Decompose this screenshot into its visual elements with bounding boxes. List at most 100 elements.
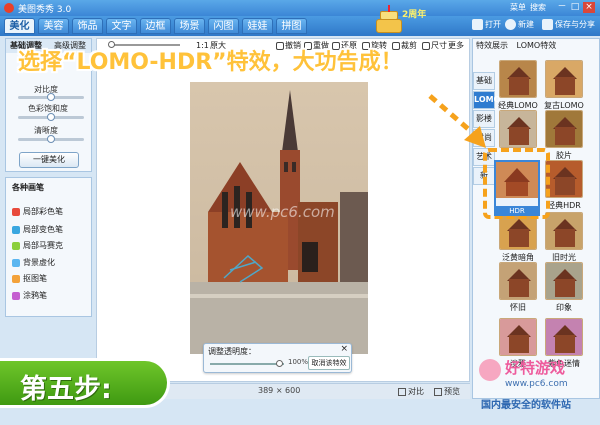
tab-beautify[interactable]: 美化: [4, 18, 35, 34]
effect-thumb[interactable]: [545, 160, 583, 198]
plus-icon: [505, 19, 516, 30]
brush-panel-title: 各种画笔: [12, 183, 44, 192]
new-button[interactable]: 新建: [505, 17, 534, 33]
one-key-beautify-button[interactable]: 一键美化: [19, 152, 79, 168]
image-dimensions: 389 × 600: [258, 386, 301, 395]
thumb-house: [555, 279, 575, 297]
headline-annotation: 选择“LOMO-HDR”特效，大功告成！: [18, 50, 403, 75]
thumb-house: [509, 77, 529, 95]
dashed-arrow-icon: [428, 94, 486, 148]
save-icon: [542, 19, 553, 30]
anniversary-cake-icon: 2周年: [370, 3, 426, 35]
site-name: 好特游戏: [505, 359, 566, 377]
contrast-slider-knob[interactable]: [47, 93, 55, 101]
compare-button[interactable]: 对比: [398, 386, 424, 397]
saturation-slider[interactable]: [18, 113, 84, 121]
tab-face[interactable]: 美容: [38, 18, 69, 34]
search-link[interactable]: 搜索: [530, 2, 546, 13]
category-basic[interactable]: 基础: [473, 72, 495, 90]
brush-label: 抠图笔: [23, 274, 47, 283]
opacity-title: 调整透明度：: [208, 347, 256, 356]
thumb-house: [555, 127, 575, 145]
crop-label: 裁剪: [401, 41, 417, 50]
maximize-icon[interactable]: □: [569, 2, 581, 13]
sharpness-label: 清晰度: [34, 126, 58, 135]
tab-frames[interactable]: 边框: [140, 18, 171, 34]
blur-brush-icon: [12, 258, 20, 267]
doodle-brush-icon: [12, 291, 20, 300]
photo-watermark: www.pc6.com: [230, 203, 335, 221]
tab-text[interactable]: 文字: [106, 18, 137, 34]
saturation-label: 色彩饱和度: [28, 104, 68, 113]
site-slogan: 国内最安全的软件站: [481, 400, 571, 411]
compare-icon: [398, 387, 406, 396]
effect-thumb[interactable]: [545, 318, 583, 356]
close-icon[interactable]: ×: [340, 345, 348, 354]
preview-button[interactable]: 预览: [434, 386, 460, 397]
brush-label: 局部变色笔: [23, 225, 63, 234]
opacity-slider[interactable]: [210, 360, 284, 367]
more-button[interactable]: 更多: [448, 40, 464, 52]
thumb-house: [509, 229, 529, 247]
color-brush-icon: [12, 207, 20, 216]
brush-label: 背景虚化: [23, 258, 55, 267]
effects-panel-header: 特效展示 LOMO特效: [476, 40, 556, 51]
cutout-brush-icon: [12, 274, 20, 283]
brush-item-blur[interactable]: 背景虚化: [12, 256, 55, 269]
brush-item-doodle[interactable]: 涂鸦笔: [12, 289, 47, 302]
recolor-brush-icon: [12, 225, 20, 234]
tab-scenes[interactable]: 场景: [174, 18, 205, 34]
resize-button[interactable]: 尺寸: [422, 40, 447, 52]
saturation-slider-knob[interactable]: [47, 113, 55, 121]
tab-dolls[interactable]: 娃娃: [242, 18, 273, 34]
tab-effects-showcase[interactable]: 特效展示: [476, 41, 508, 50]
brush-label: 涂鸦笔: [23, 291, 47, 300]
tab-decorations[interactable]: 饰品: [72, 18, 103, 34]
contrast-slider[interactable]: [18, 93, 84, 101]
close-icon[interactable]: ×: [583, 2, 595, 13]
brush-item-color[interactable]: 局部彩色笔: [12, 205, 63, 218]
effect-thumb-label: 印象: [556, 303, 572, 312]
effect-thumb[interactable]: [545, 212, 583, 250]
brush-label: 局部马赛克: [23, 241, 63, 250]
effect-thumb[interactable]: [499, 110, 537, 148]
hdr-thumb-image: [496, 162, 538, 198]
resize-icon: [422, 41, 430, 50]
sharpness-slider[interactable]: [18, 135, 84, 143]
thumb-house: [509, 127, 529, 145]
brush-item-mosaic[interactable]: 局部马赛克: [12, 239, 63, 252]
brush-label: 局部彩色笔: [23, 207, 63, 216]
effect-thumb[interactable]: [499, 318, 537, 356]
open-label: 打开: [485, 20, 501, 29]
preview-icon: [434, 387, 442, 396]
minimize-icon[interactable]: －: [556, 2, 568, 13]
menu-link[interactable]: 菜单: [510, 2, 526, 13]
opacity-slider-knob[interactable]: [276, 360, 283, 367]
title-bar: 美图秀秀 3.0 菜单 搜索 － □ ×: [0, 0, 600, 16]
brush-item-cutout[interactable]: 抠图笔: [12, 272, 47, 285]
resize-label: 尺寸: [431, 41, 447, 50]
effect-thumb[interactable]: [545, 60, 583, 98]
opacity-value: 100%: [288, 358, 309, 366]
tab-collage[interactable]: 拼图: [276, 18, 307, 34]
effect-thumb[interactable]: [545, 110, 583, 148]
app-logo-icon: [4, 3, 14, 13]
effect-thumb[interactable]: [499, 262, 537, 300]
anniversary-text: 2周年: [402, 10, 427, 20]
tab-lomo-effects[interactable]: LOMO特效: [517, 41, 557, 50]
open-button[interactable]: 打开: [472, 17, 501, 33]
new-label: 新建: [518, 20, 534, 29]
save-share-button[interactable]: 保存与分享: [542, 17, 595, 33]
thumb-hdr-selected[interactable]: [494, 160, 540, 208]
thumb-house: [555, 335, 575, 353]
brush-item-recolor[interactable]: 局部变色笔: [12, 223, 63, 236]
thumb-house: [555, 177, 575, 195]
mosaic-brush-icon: [12, 241, 20, 250]
tab-flash[interactable]: 闪图: [208, 18, 239, 34]
cancel-effect-button[interactable]: 取消该特效: [308, 356, 350, 370]
compare-label: 对比: [408, 387, 424, 396]
folder-icon: [472, 19, 483, 30]
effect-thumb[interactable]: [499, 60, 537, 98]
sharpness-slider-knob[interactable]: [47, 135, 55, 143]
effect-thumb[interactable]: [545, 262, 583, 300]
